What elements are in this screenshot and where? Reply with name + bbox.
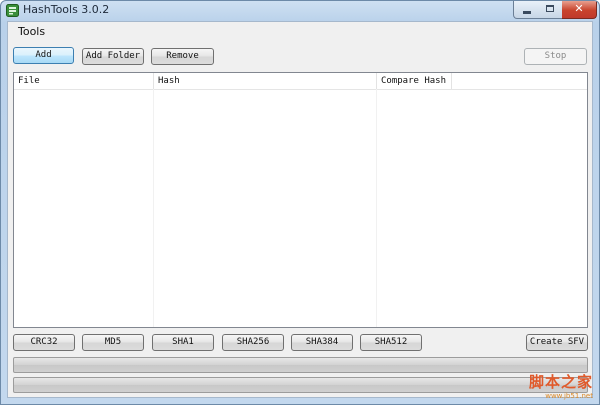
maximize-button[interactable] (538, 1, 563, 19)
column-header-hash[interactable]: Hash (154, 73, 377, 89)
watermark-logo-text: 脚本之家 (528, 373, 593, 391)
sha256-button[interactable]: SHA256 (222, 334, 284, 351)
minimize-button[interactable] (513, 1, 539, 19)
sha384-button[interactable]: SHA384 (291, 334, 353, 351)
crc32-button[interactable]: CRC32 (13, 334, 75, 351)
remove-button[interactable]: Remove (151, 48, 214, 65)
close-icon: ✕ (574, 2, 584, 15)
file-list-header: File Hash Compare Hash (14, 73, 587, 90)
menu-item-tools[interactable]: Tools (16, 25, 47, 38)
watermark-url: www.jb51.net (545, 392, 593, 400)
title-bar[interactable]: HashTools 3.0.2 ✕ (1, 1, 599, 21)
window-title: HashTools 3.0.2 (23, 3, 110, 16)
client-area: Tools Add Add Folder Remove Stop File Ha… (7, 21, 593, 398)
file-list[interactable]: File Hash Compare Hash (13, 72, 588, 328)
md5-button[interactable]: MD5 (82, 334, 144, 351)
sha1-button[interactable]: SHA1 (152, 334, 214, 351)
column-divider (153, 89, 154, 327)
create-sfv-button[interactable]: Create SFV (526, 334, 588, 351)
add-folder-button[interactable]: Add Folder (82, 48, 144, 65)
hashtools-app-icon (6, 4, 19, 17)
minimize-icon (523, 11, 531, 14)
total-progress-bar (13, 377, 588, 393)
maximize-icon (546, 5, 554, 12)
stop-button[interactable]: Stop (524, 48, 587, 65)
add-button[interactable]: Add (13, 47, 74, 64)
column-header-compare-hash[interactable]: Compare Hash (377, 73, 452, 89)
close-button[interactable]: ✕ (562, 1, 597, 19)
file-progress-bar (13, 357, 588, 373)
sha512-button[interactable]: SHA512 (360, 334, 422, 351)
column-header-file[interactable]: File (14, 73, 154, 89)
column-divider (376, 89, 377, 327)
site-watermark: 脚本之家 www.jb51.net (529, 371, 593, 400)
main-window: HashTools 3.0.2 ✕ Tools Add Add Folder R… (0, 0, 600, 405)
